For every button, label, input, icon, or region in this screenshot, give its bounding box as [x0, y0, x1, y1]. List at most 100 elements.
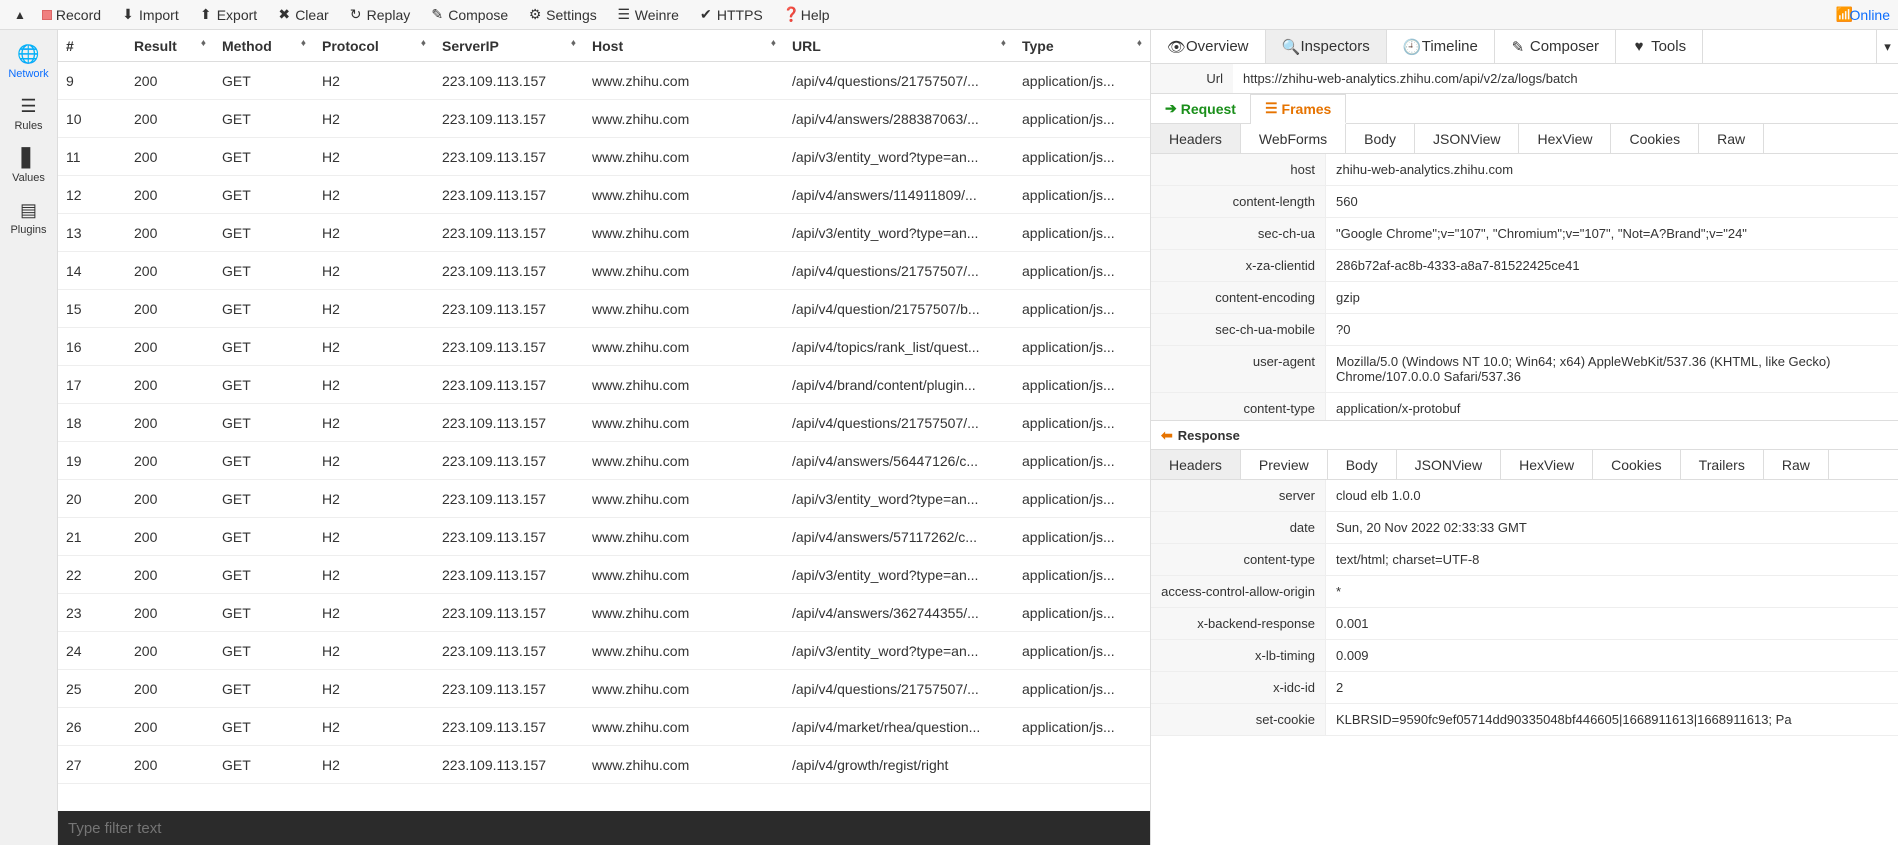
subtab-jsonview[interactable]: JSONView [1397, 450, 1501, 479]
subtab-body[interactable]: Body [1328, 450, 1397, 479]
weinre-icon: ☰ [617, 6, 631, 23]
table-row[interactable]: 11200GETH2223.109.113.157www.zhihu.com/a… [58, 138, 1150, 176]
header-key: sec-ch-ua [1151, 218, 1326, 249]
right-pane: 👁Overview 🔍Inspectors 🕘Timeline ✎Compose… [1151, 30, 1898, 845]
replay-icon: ↻ [349, 6, 363, 23]
header-row: sec-ch-ua"Google Chrome";v="107", "Chrom… [1151, 218, 1898, 250]
col-ip[interactable]: ServerIP♦ [434, 38, 584, 54]
request-headers[interactable]: hostzhihu-web-analytics.zhihu.comcontent… [1151, 154, 1898, 420]
subtab-hexview[interactable]: HexView [1519, 124, 1611, 153]
tab-composer[interactable]: ✎Composer [1495, 30, 1616, 63]
url-value[interactable]: https://zhihu-web-analytics.zhihu.com/ap… [1233, 71, 1898, 86]
https-icon: ✔ [699, 6, 713, 23]
tab-frames[interactable]: ☰Frames [1251, 94, 1346, 124]
weinre-button[interactable]: ☰Weinre [607, 2, 689, 27]
tab-tools[interactable]: ♥Tools [1616, 30, 1703, 63]
col-method[interactable]: Method♦ [214, 38, 314, 54]
table-row[interactable]: 20200GETH2223.109.113.157www.zhihu.com/a… [58, 480, 1150, 518]
subtab-raw[interactable]: Raw [1699, 124, 1764, 153]
subtab-headers[interactable]: Headers [1151, 124, 1241, 153]
col-protocol[interactable]: Protocol♦ [314, 38, 434, 54]
sidebar-item-plugins[interactable]: ▤Plugins [0, 192, 57, 244]
table-row[interactable]: 9200GETH2223.109.113.157www.zhihu.com/ap… [58, 62, 1150, 100]
clock-icon: 🕘 [1403, 38, 1417, 56]
settings-button[interactable]: ⚙Settings [518, 2, 607, 27]
table-row[interactable]: 15200GETH2223.109.113.157www.zhihu.com/a… [58, 290, 1150, 328]
table-row[interactable]: 21200GETH2223.109.113.157www.zhihu.com/a… [58, 518, 1150, 556]
response-titlebar[interactable]: ⬅ Response [1151, 420, 1898, 450]
record-label: Record [56, 7, 101, 23]
filter-input[interactable] [68, 820, 1140, 837]
table-row[interactable]: 16200GETH2223.109.113.157www.zhihu.com/a… [58, 328, 1150, 366]
sort-icon: ♦ [201, 38, 206, 49]
col-host[interactable]: Host♦ [584, 38, 784, 54]
header-key: x-backend-response [1151, 608, 1326, 639]
tab-timeline[interactable]: 🕘Timeline [1387, 30, 1495, 63]
subtab-webforms[interactable]: WebForms [1241, 124, 1346, 153]
settings-label: Settings [546, 7, 597, 23]
record-button[interactable]: Record [32, 3, 111, 27]
col-type[interactable]: Type♦ [1014, 38, 1150, 54]
compose-button[interactable]: ✎Compose [420, 2, 518, 27]
replay-button[interactable]: ↻Replay [339, 2, 421, 27]
tab-inspectors[interactable]: 🔍Inspectors [1266, 30, 1387, 63]
table-row[interactable]: 13200GETH2223.109.113.157www.zhihu.com/a… [58, 214, 1150, 252]
table-row[interactable]: 14200GETH2223.109.113.157www.zhihu.com/a… [58, 252, 1150, 290]
import-icon: ⬇ [121, 6, 135, 23]
online-status[interactable]: 📶Online [1836, 6, 1890, 23]
table-row[interactable]: 12200GETH2223.109.113.157www.zhihu.com/a… [58, 176, 1150, 214]
https-button[interactable]: ✔HTTPS [689, 2, 773, 27]
header-row: x-backend-response0.001 [1151, 608, 1898, 640]
col-url[interactable]: URL♦ [784, 38, 1014, 54]
header-key: x-idc-id [1151, 672, 1326, 703]
table-body[interactable]: 9200GETH2223.109.113.157www.zhihu.com/ap… [58, 62, 1150, 811]
collapse-chevron-icon[interactable]: ▲ [8, 8, 32, 22]
sidebar-item-network[interactable]: 🌐Network [0, 36, 57, 88]
help-button[interactable]: ❓Help [773, 2, 840, 27]
subtab-preview[interactable]: Preview [1241, 450, 1328, 479]
header-value: 286b72af-ac8b-4333-a8a7-81522425ce41 [1326, 250, 1898, 281]
sidebar-item-values[interactable]: ▋Values [0, 140, 57, 192]
header-key: content-type [1151, 544, 1326, 575]
header-row: sec-ch-ua-mobile?0 [1151, 314, 1898, 346]
header-key: content-encoding [1151, 282, 1326, 313]
collapse-right-icon[interactable]: ▾ [1876, 30, 1898, 63]
clear-button[interactable]: ✖Clear [267, 2, 338, 27]
response-headers[interactable]: servercloud elb 1.0.0dateSun, 20 Nov 202… [1151, 480, 1898, 845]
search-icon: 🔍 [1282, 38, 1296, 56]
table-row[interactable]: 19200GETH2223.109.113.157www.zhihu.com/a… [58, 442, 1150, 480]
header-key: host [1151, 154, 1326, 185]
table-row[interactable]: 23200GETH2223.109.113.157www.zhihu.com/a… [58, 594, 1150, 632]
subtab-cookies[interactable]: Cookies [1593, 450, 1681, 479]
export-button[interactable]: ⬆Export [189, 2, 267, 27]
table-row[interactable]: 24200GETH2223.109.113.157www.zhihu.com/a… [58, 632, 1150, 670]
header-key: access-control-allow-origin [1151, 576, 1326, 607]
table-row[interactable]: 18200GETH2223.109.113.157www.zhihu.com/a… [58, 404, 1150, 442]
col-num[interactable]: # [58, 38, 126, 54]
table-row[interactable]: 10200GETH2223.109.113.157www.zhihu.com/a… [58, 100, 1150, 138]
table-row[interactable]: 26200GETH2223.109.113.157www.zhihu.com/a… [58, 708, 1150, 746]
subtab-cookies[interactable]: Cookies [1611, 124, 1699, 153]
header-key: x-lb-timing [1151, 640, 1326, 671]
header-row: user-agentMozilla/5.0 (Windows NT 10.0; … [1151, 346, 1898, 393]
table-row[interactable]: 22200GETH2223.109.113.157www.zhihu.com/a… [58, 556, 1150, 594]
subtab-jsonview[interactable]: JSONView [1415, 124, 1519, 153]
subtab-headers[interactable]: Headers [1151, 450, 1241, 479]
subtab-hexview[interactable]: HexView [1501, 450, 1593, 479]
import-button[interactable]: ⬇Import [111, 2, 189, 27]
col-result[interactable]: Result♦ [126, 38, 214, 54]
sort-icon: ♦ [421, 38, 426, 49]
header-value: application/x-protobuf [1326, 393, 1898, 420]
table-row[interactable]: 25200GETH2223.109.113.157www.zhihu.com/a… [58, 670, 1150, 708]
table-row[interactable]: 27200GETH2223.109.113.157www.zhihu.com/a… [58, 746, 1150, 784]
sidebar-item-rules[interactable]: ☰Rules [0, 88, 57, 140]
tab-request[interactable]: ➔Request [1151, 94, 1251, 123]
header-value: 2 [1326, 672, 1898, 703]
subtab-raw[interactable]: Raw [1764, 450, 1829, 479]
header-key: server [1151, 480, 1326, 511]
table-row[interactable]: 17200GETH2223.109.113.157www.zhihu.com/a… [58, 366, 1150, 404]
frames-icon: ☰ [1265, 100, 1278, 117]
subtab-body[interactable]: Body [1346, 124, 1415, 153]
subtab-trailers[interactable]: Trailers [1681, 450, 1764, 479]
tab-overview[interactable]: 👁Overview [1151, 30, 1266, 63]
